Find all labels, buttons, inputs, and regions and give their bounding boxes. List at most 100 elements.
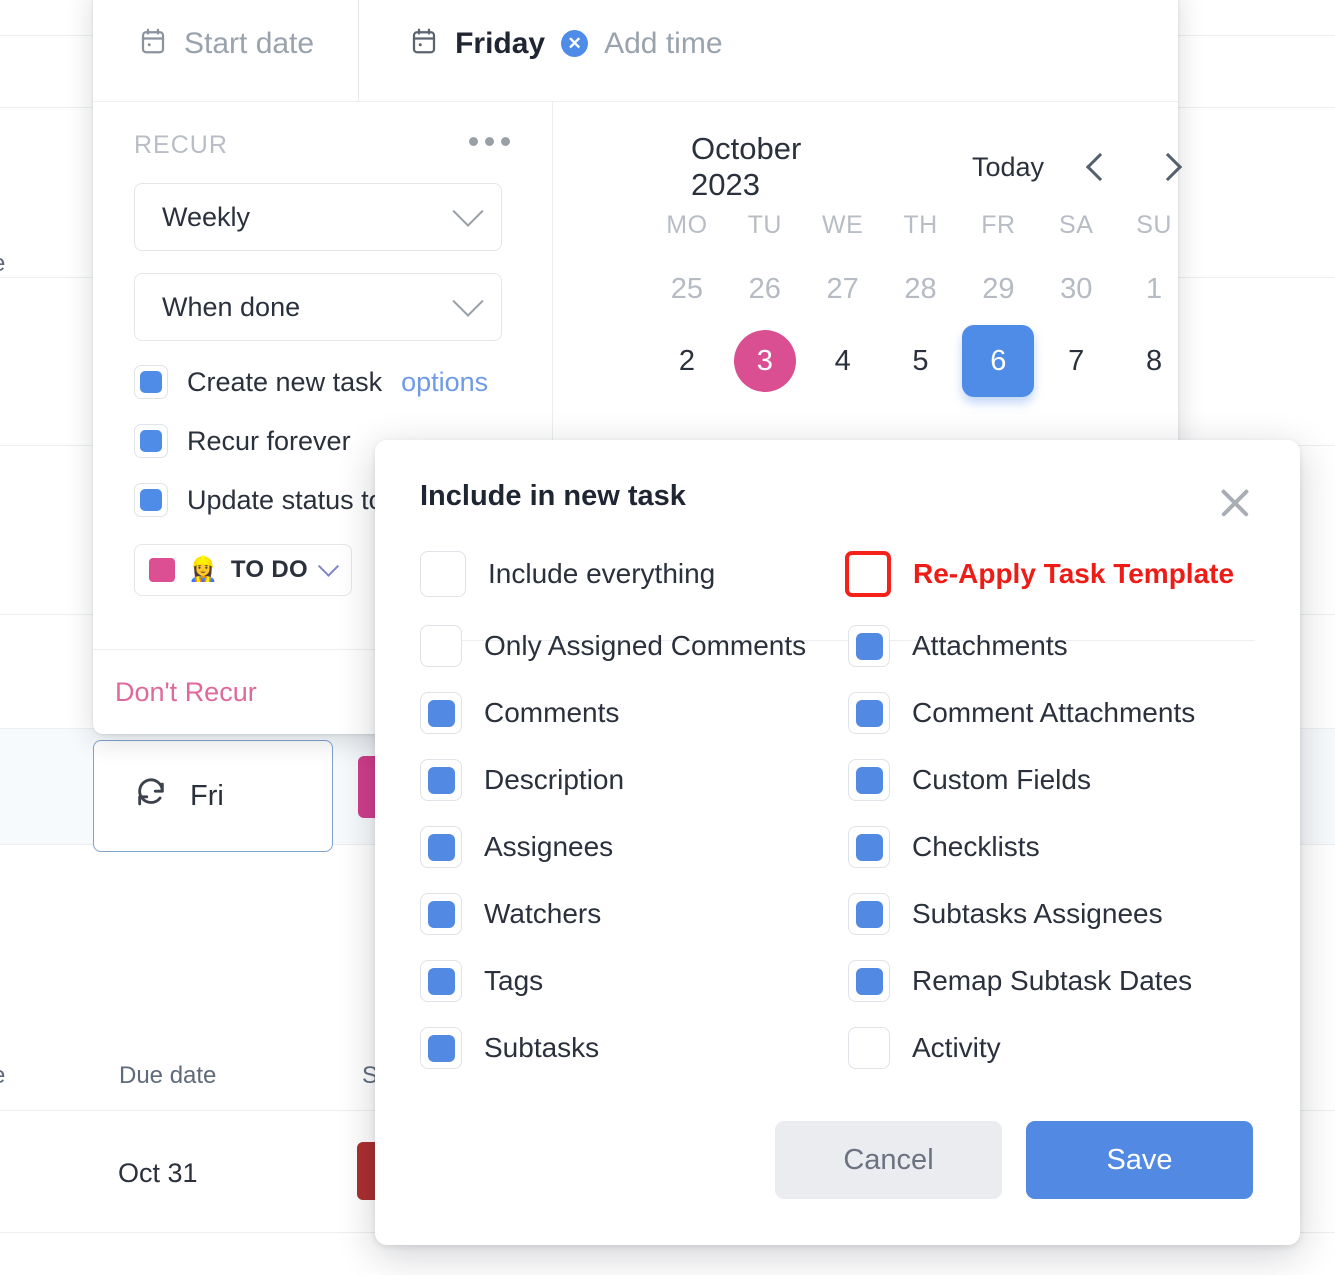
dialog-option-label: Include everything [488,558,716,589]
recur-option-update-status[interactable]: Update status to [134,483,384,517]
recur-option-recur-forever[interactable]: Recur forever [134,424,351,458]
checkbox[interactable] [134,424,168,458]
create-new-task-options-link[interactable]: options [401,367,488,398]
checkbox[interactable] [420,893,462,935]
dialog-option-include-everything[interactable]: Include everything [420,551,715,597]
dialog-option-remap-subtask-dates[interactable]: Remap Subtask Dates [848,960,1192,1002]
calendar-weekday: SU [1136,210,1172,239]
start-date-field[interactable]: Start date [93,0,314,101]
clear-circle-icon[interactable]: ✕ [561,30,589,57]
close-icon[interactable] [1213,480,1257,524]
calendar-grid: MO TU WE TH FR SA SU 25 26 27 28 29 30 1… [648,197,1193,397]
calendar-day[interactable]: 4 [804,325,882,397]
chevron-down-icon [452,195,484,227]
dialog-option-label: Custom Fields [912,764,1091,795]
checkbox[interactable] [134,365,168,399]
chevron-left-icon[interactable] [1085,152,1115,182]
table-header-due-date[interactable]: Due date [119,1062,216,1090]
chevron-down-icon [452,285,484,317]
calendar-day[interactable]: 26 [726,253,804,325]
table-cell-due-date[interactable]: Oct 31 [118,1158,198,1189]
dialog-option-label: Attachments [912,630,1068,661]
recurring-date-cell[interactable]: Fri [93,740,333,852]
save-button[interactable]: Save [1026,1121,1253,1199]
dialog-option-subtasks[interactable]: Subtasks [420,1027,599,1069]
recur-status-chip[interactable]: 👷‍♀️ TO DO [134,544,352,596]
app-screen: e e Due date S Oct 31 Fri [0,0,1335,1275]
recur-frequency-select[interactable]: Weekly [134,183,502,251]
calendar-icon [409,26,439,61]
dont-recur-button[interactable]: Don't Recur [93,677,257,708]
dialog-option-assignees[interactable]: Assignees [420,826,613,868]
dialog-option-comments[interactable]: Comments [420,692,619,734]
checkbox[interactable] [134,483,168,517]
dialog-option-comment-attachments[interactable]: Comment Attachments [848,692,1195,734]
calendar-day[interactable]: 25 [648,253,726,325]
dialog-option-watchers[interactable]: Watchers [420,893,601,935]
dialog-option-re-apply-task-template[interactable]: Re-Apply Task Template [845,551,1234,597]
checkbox[interactable] [848,893,890,935]
calendar-weekday: WE [821,210,864,239]
dialog-option-label: Activity [912,1032,1001,1063]
chevron-right-icon[interactable] [1153,152,1183,182]
dialog-option-label: Watchers [484,898,602,929]
checkbox[interactable] [420,692,462,734]
status-emoji-icon: 👷‍♀️ [188,556,218,583]
dialog-option-label: Subtasks Assignees [912,898,1163,929]
calendar-day[interactable]: 1 [1115,253,1193,325]
calendar-day[interactable]: 28 [882,253,960,325]
calendar-weekday: TH [903,210,938,239]
calendar-day-today[interactable]: 3 [726,325,804,397]
checkbox[interactable] [420,826,462,868]
due-date-value: Friday [455,26,546,60]
add-time-button[interactable]: Add time [604,27,722,61]
cancel-button[interactable]: Cancel [775,1121,1002,1199]
checkbox[interactable] [420,759,462,801]
checkbox[interactable] [420,551,466,597]
dialog-option-only-assigned-comments[interactable]: Only Assigned Comments [420,625,806,667]
checkbox[interactable] [848,1027,890,1069]
calendar-day[interactable]: 8 [1115,325,1193,397]
dialog-option-activity[interactable]: Activity [848,1027,1001,1069]
recur-option-create-new-task[interactable]: Create new task options [134,365,488,399]
dialog-option-label: Remap Subtask Dates [912,965,1193,996]
dialog-title: Include in new task [420,480,686,512]
dialog-option-description[interactable]: Description [420,759,624,801]
dialog-option-subtasks-assignees[interactable]: Subtasks Assignees [848,893,1163,935]
checkbox[interactable] [420,960,462,1002]
calendar-weekday: TU [747,210,782,239]
calendar-weekday: MO [666,210,708,239]
ellipsis-icon[interactable] [469,137,510,146]
recur-option-label: Recur forever [187,425,351,456]
calendar-day[interactable]: 27 [804,253,882,325]
status-color-swatch [149,558,175,582]
recur-frequency-value: Weekly [162,201,251,232]
dialog-option-label: Assignees [484,831,614,862]
checkbox[interactable] [848,759,890,801]
calendar-day-selected[interactable]: 6 [959,325,1037,397]
dialog-option-label: Checklists [912,831,1040,862]
calendar-day[interactable]: 30 [1037,253,1115,325]
checkbox[interactable] [848,960,890,1002]
checkbox[interactable] [420,1027,462,1069]
checkbox[interactable] [848,826,890,868]
dialog-option-tags[interactable]: Tags [420,960,543,1002]
calendar-weekday: SA [1059,210,1094,239]
checkbox[interactable] [848,625,890,667]
checkbox[interactable] [420,625,462,667]
checkbox-highlighted[interactable] [845,551,891,597]
recur-option-label: Update status to [187,484,384,515]
calendar-today-button[interactable]: Today [972,152,1044,183]
calendar-day[interactable]: 29 [959,253,1037,325]
dialog-option-custom-fields[interactable]: Custom Fields [848,759,1091,801]
recurring-icon [134,777,168,816]
calendar-day-today-label: 3 [733,330,796,392]
checkbox[interactable] [848,692,890,734]
recur-trigger-select[interactable]: When done [134,273,502,341]
due-date-field[interactable]: Friday ✕ Add time [358,0,723,101]
calendar-day[interactable]: 7 [1037,325,1115,397]
dialog-option-attachments[interactable]: Attachments [848,625,1068,667]
calendar-day[interactable]: 5 [882,325,960,397]
calendar-day[interactable]: 2 [648,325,726,397]
dialog-option-checklists[interactable]: Checklists [848,826,1040,868]
